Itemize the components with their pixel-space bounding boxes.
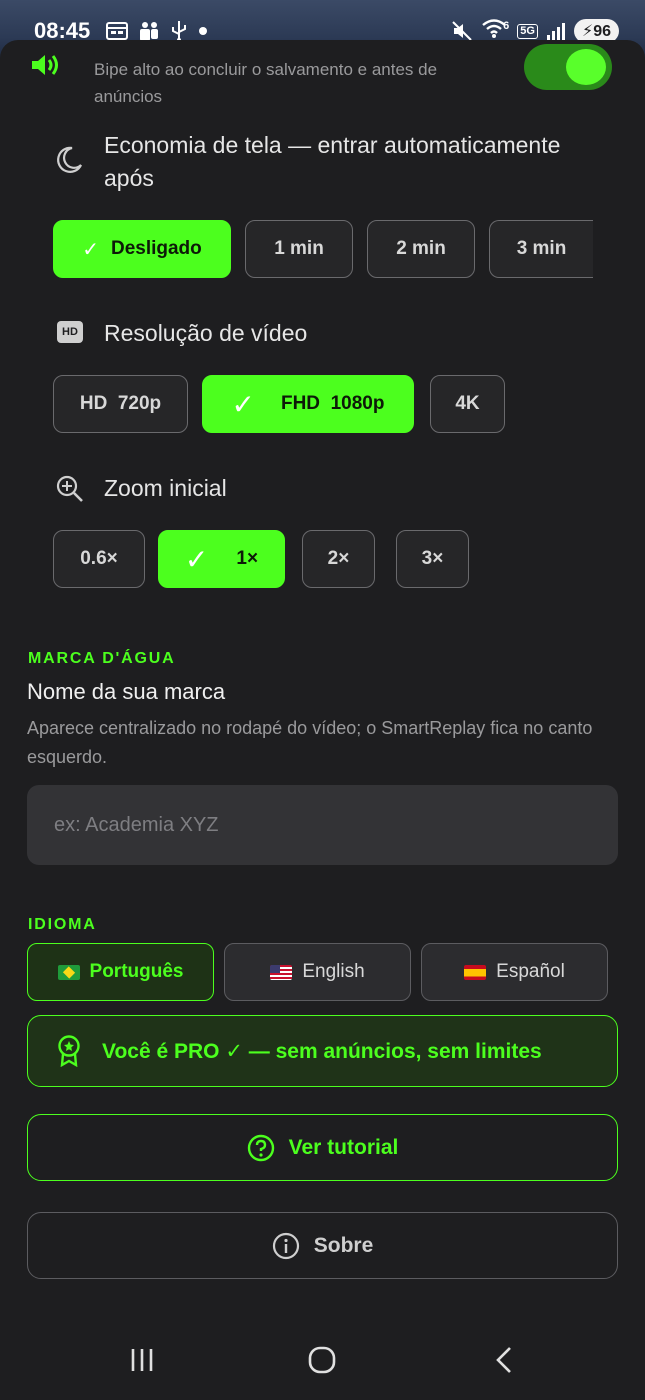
- screen-saver-option-3min[interactable]: 3 min: [489, 220, 593, 278]
- screen-saver-option-1min[interactable]: 1 min: [245, 220, 353, 278]
- calendar-icon: [106, 22, 128, 40]
- zoom-option-1x[interactable]: ✓ 1×: [158, 530, 285, 588]
- toggle-knob: [566, 49, 606, 85]
- spain-flag-icon: [464, 964, 487, 980]
- zoom-option-2x[interactable]: 2×: [302, 530, 375, 588]
- system-nav-bar: [0, 1318, 645, 1400]
- teams-icon: [140, 22, 158, 41]
- chip-label: 3 min: [516, 238, 567, 259]
- language-label: Português: [89, 961, 184, 982]
- chip-label: 2×: [327, 548, 350, 569]
- tutorial-button[interactable]: Ver tutorial: [27, 1114, 618, 1181]
- usa-flag-icon: [270, 964, 293, 980]
- watermark-title: Nome da sua marca: [27, 679, 226, 704]
- brazil-flag-icon: [57, 964, 80, 980]
- pro-status-banner: Você é PRO ✓ — sem anúncios, sem limites: [27, 1015, 618, 1087]
- zoom-label: Zoom inicial: [104, 475, 227, 501]
- screen-saver-label: Economia de tela — entrar automaticament…: [104, 132, 561, 191]
- zoom-option-0.6x[interactable]: 0.6×: [53, 530, 145, 588]
- about-button-label: Sobre: [313, 1233, 374, 1257]
- recent-apps-button[interactable]: [122, 1342, 162, 1378]
- speaker-icon: [32, 55, 58, 75]
- resolution-option-hd720[interactable]: HD 720p: [53, 375, 188, 433]
- zoom-in-icon: [56, 475, 83, 502]
- chip-label: 2 min: [396, 238, 446, 259]
- mute-icon: [452, 21, 472, 41]
- language-option-english[interactable]: English: [224, 943, 411, 1001]
- chip-label: 1 min: [274, 238, 324, 259]
- resolution-option-fhd1080[interactable]: ✓ FHD 1080p: [202, 375, 414, 433]
- battery-bolt-icon: ⚡: [581, 23, 594, 40]
- chip-label: 3×: [421, 548, 444, 569]
- language-label: Español: [496, 961, 565, 982]
- chip-label: 1×: [236, 548, 259, 569]
- wifi-badge: 6: [503, 20, 510, 32]
- award-badge-icon: [58, 1035, 80, 1067]
- check-icon: ✓: [82, 238, 99, 261]
- screen-saver-option-2min[interactable]: 2 min: [367, 220, 475, 278]
- language-option-spanish[interactable]: Español: [421, 943, 608, 1001]
- home-icon: [308, 1346, 336, 1374]
- dot-icon: [199, 27, 207, 35]
- about-button[interactable]: Sobre: [27, 1212, 618, 1279]
- chip-label: 0.6×: [80, 548, 118, 569]
- screen-saver-option-off[interactable]: ✓ Desligado: [53, 220, 231, 278]
- check-icon: ✓: [231, 388, 255, 420]
- beep-toggle[interactable]: [524, 44, 612, 90]
- info-icon: [272, 1232, 299, 1259]
- watermark-section-title: MARCA D'ÁGUA: [28, 650, 176, 667]
- moon-icon: [57, 146, 82, 173]
- chip-label: FHD 1080p: [280, 393, 385, 414]
- network-badge: 5G: [517, 23, 538, 39]
- zoom-option-3x[interactable]: 3×: [396, 530, 469, 588]
- back-icon: [496, 1347, 511, 1373]
- hd-icon: HD: [57, 321, 83, 343]
- help-circle-icon: [247, 1134, 274, 1161]
- resolution-option-4k[interactable]: 4K: [430, 375, 505, 433]
- check-icon: ✓: [184, 543, 209, 575]
- language-label: English: [302, 961, 365, 982]
- recent-apps-icon: [131, 1349, 153, 1371]
- tutorial-button-label: Ver tutorial: [288, 1135, 399, 1159]
- language-section-title: IDIOMA: [28, 916, 97, 933]
- brand-name-input[interactable]: [27, 785, 618, 865]
- chip-label: Desligado: [110, 238, 202, 259]
- back-button[interactable]: [484, 1342, 524, 1378]
- signal-icon: [546, 23, 565, 40]
- chip-label: HD 720p: [79, 393, 162, 414]
- resolution-label: Resolução de vídeo: [104, 320, 308, 346]
- watermark-description: Aparece centralizado no rodapé do vídeo;…: [27, 718, 593, 767]
- pro-status-text: Você é PRO ✓ — sem anúncios, sem limites: [102, 1039, 542, 1063]
- battery-level: 96: [593, 23, 611, 40]
- beep-description: Bipe alto ao concluir o salvamento e ant…: [94, 60, 438, 106]
- chip-label: 4K: [455, 393, 480, 414]
- home-button[interactable]: [302, 1342, 342, 1378]
- language-option-portuguese[interactable]: Português: [27, 943, 214, 1001]
